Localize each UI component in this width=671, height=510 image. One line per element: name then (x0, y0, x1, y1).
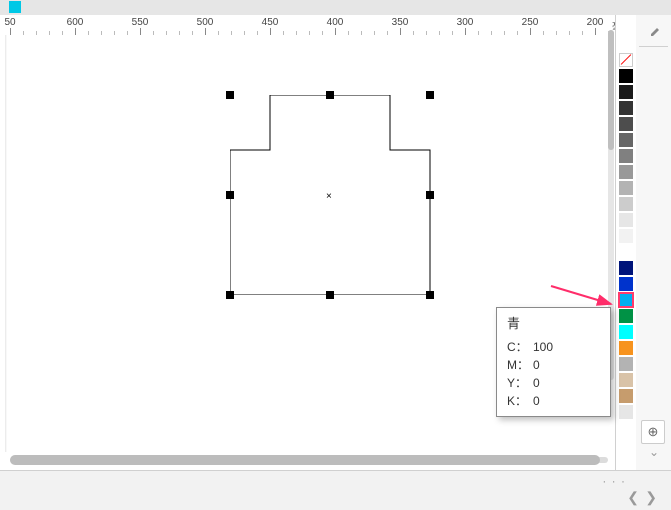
ruler-tick (335, 28, 336, 35)
tooltip-m-label: M： (507, 356, 533, 374)
ruler-tick-label: 550 (132, 17, 149, 28)
color-swatch[interactable] (619, 405, 633, 419)
ruler-tick (465, 28, 466, 35)
tooltip-m-value: 0 (533, 356, 540, 374)
nav-prev-icon[interactable]: ❮ (627, 489, 639, 506)
color-swatch[interactable] (619, 117, 633, 131)
ruler-tick-label: 300 (457, 17, 474, 28)
status-bar: · · · ❮ ❯ (0, 470, 671, 510)
selection-center: × (326, 191, 332, 202)
ruler-tick-label: 250 (522, 17, 539, 28)
separator (639, 46, 668, 47)
handle-sw[interactable] (226, 291, 234, 299)
color-swatch[interactable] (619, 53, 633, 67)
canvas-edge (5, 35, 7, 452)
scrollbar-horizontal[interactable] (0, 452, 636, 470)
tooltip-y-label: Y： (507, 374, 533, 392)
palette-scroll-thumb[interactable] (608, 30, 614, 150)
ruler-tick (400, 28, 401, 35)
tooltip-c-value: 100 (533, 338, 553, 356)
ruler-tick-label: 450 (262, 17, 279, 28)
color-swatch[interactable] (619, 277, 633, 291)
handle-nw[interactable] (226, 91, 234, 99)
handle-n[interactable] (326, 91, 334, 99)
color-swatch[interactable] (619, 341, 633, 355)
ruler-tick (530, 28, 531, 35)
color-swatch-cyan[interactable] (619, 293, 633, 307)
scrollbar-thumb[interactable] (10, 455, 600, 465)
handle-w[interactable] (226, 191, 234, 199)
eyedropper-tool-icon[interactable] (642, 19, 666, 43)
ruler-tick-label: 400 (327, 17, 344, 28)
tooltip-title: 青 (507, 314, 602, 334)
color-swatch[interactable] (619, 133, 633, 147)
ruler-tick (595, 28, 596, 35)
ruler-tick-label: 350 (392, 17, 409, 28)
color-swatch[interactable] (619, 85, 633, 99)
color-swatch[interactable] (619, 69, 633, 83)
handle-s[interactable] (326, 291, 334, 299)
color-swatch[interactable] (619, 389, 633, 403)
ruler-tick-label: 600 (67, 17, 84, 28)
ruler-tick-label: 50 (4, 17, 15, 28)
ruler-tick (270, 28, 271, 35)
color-swatch[interactable] (619, 101, 633, 115)
color-swatch[interactable] (619, 325, 633, 339)
ruler-tick (75, 28, 76, 35)
color-swatch[interactable] (619, 421, 633, 435)
tools-column: ⌄ ⊕ (635, 15, 671, 470)
title-strip (0, 0, 671, 16)
ruler-tick (140, 28, 141, 35)
tooltip-y-value: 0 (533, 374, 540, 392)
ruler-tick-label: 200 (587, 17, 604, 28)
ruler-tick (205, 28, 206, 35)
color-swatch[interactable] (619, 149, 633, 163)
status-menu-icon[interactable]: · · · (602, 474, 626, 488)
color-tooltip: 青 C：100 M：0 Y：0 K：0 (496, 307, 611, 417)
window-accent (9, 1, 21, 13)
ruler-horizontal[interactable]: 毫米 50600550500450400350300250200 (0, 15, 636, 36)
color-swatch[interactable] (619, 357, 633, 371)
ruler-tick (10, 28, 11, 35)
handle-ne[interactable] (426, 91, 434, 99)
color-swatch[interactable] (619, 197, 633, 211)
tooltip-c-label: C： (507, 338, 533, 356)
color-swatch[interactable] (619, 245, 633, 259)
color-swatch[interactable] (619, 165, 633, 179)
color-swatch[interactable] (619, 181, 633, 195)
palette-more-icon[interactable]: ⌄ (649, 445, 659, 459)
tooltip-k-value: 0 (533, 392, 540, 410)
color-swatch[interactable] (619, 373, 633, 387)
color-palette (615, 15, 636, 470)
ruler-tick-label: 500 (197, 17, 214, 28)
tooltip-k-label: K： (507, 392, 533, 410)
color-swatch[interactable] (619, 229, 633, 243)
color-swatch[interactable] (619, 261, 633, 275)
color-swatch[interactable] (619, 213, 633, 227)
zoom-tool-icon[interactable]: ⊕ (641, 420, 665, 444)
handle-e[interactable] (426, 191, 434, 199)
color-swatch[interactable] (619, 309, 633, 323)
nav-next-icon[interactable]: ❯ (645, 489, 657, 506)
handle-se[interactable] (426, 291, 434, 299)
